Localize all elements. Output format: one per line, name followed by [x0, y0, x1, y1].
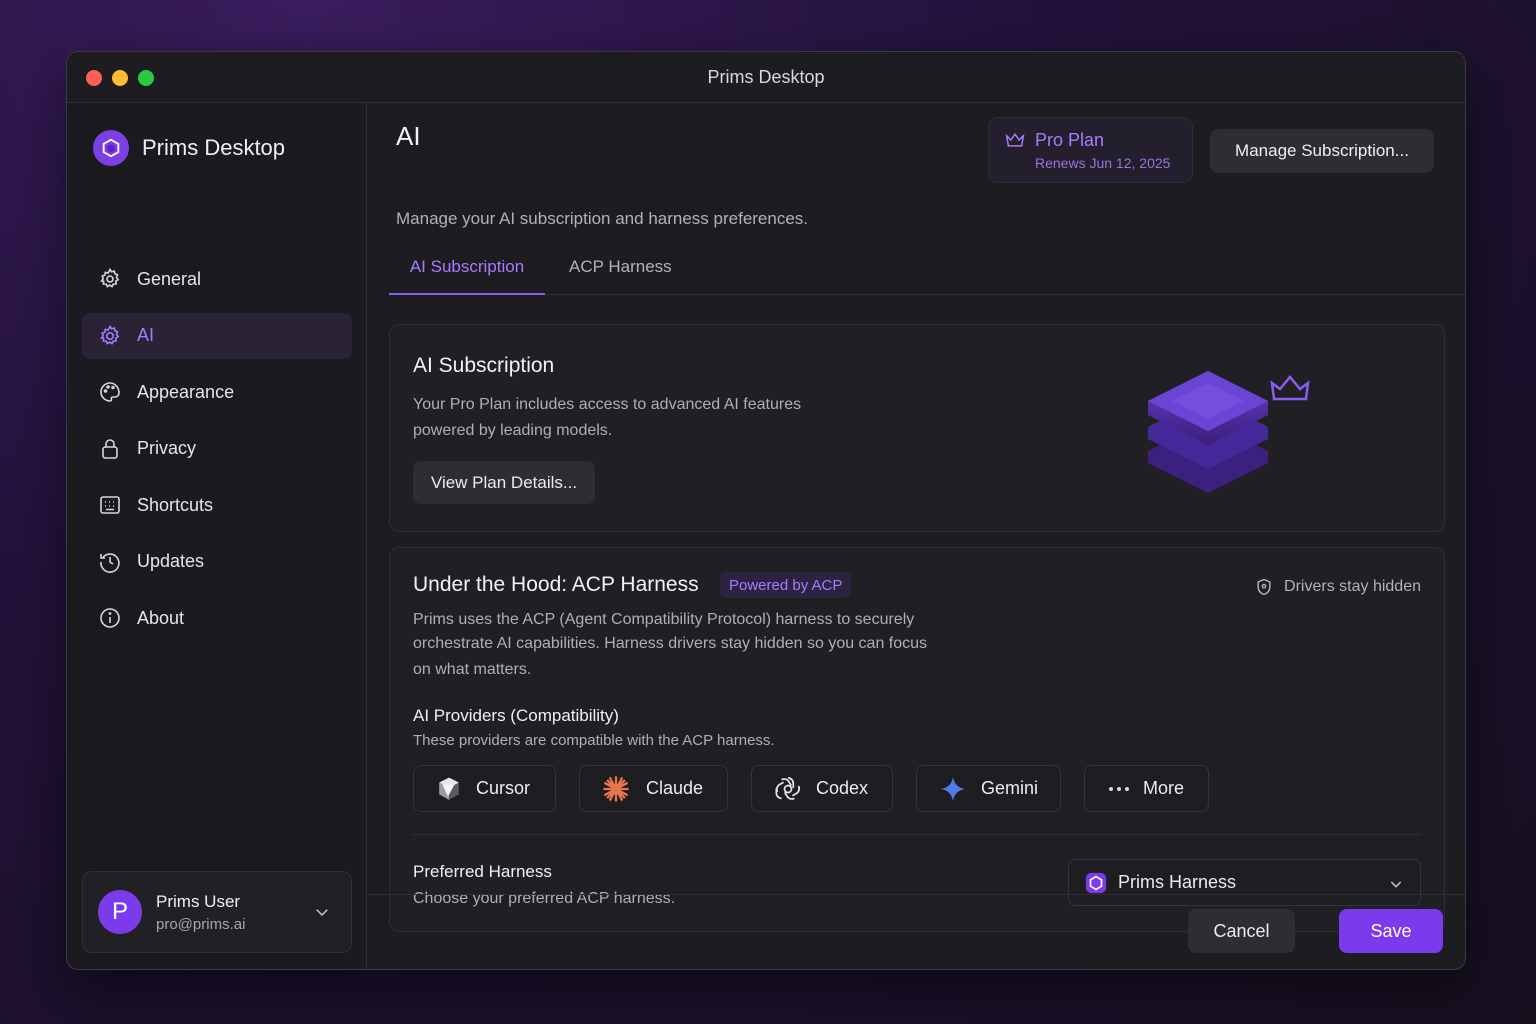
info-icon: [100, 608, 120, 628]
provider-label: Claude: [646, 778, 704, 798]
subscription-description-line: Your Pro Plan includes access to advance…: [413, 396, 802, 413]
chevron-down-icon: [1390, 881, 1402, 888]
sidebar-item-appearance[interactable]: Appearance: [82, 369, 352, 415]
main-panel: AI Manage your AI subscription and harne…: [368, 103, 1465, 969]
view-plan-details-button[interactable]: View Plan Details...: [413, 461, 595, 504]
user-account-menu[interactable]: P Prims User pro@prims.ai: [82, 871, 352, 953]
cancel-button[interactable]: Cancel: [1188, 909, 1295, 953]
sidebar-item-label: Updates: [137, 551, 205, 571]
gemini-icon: [940, 776, 966, 801]
provider-label: Gemini: [981, 778, 1039, 798]
subscription-card-title: AI Subscription: [413, 354, 555, 377]
prims-logo-icon: [93, 130, 129, 166]
lock-icon: [102, 438, 118, 459]
provider-label: Cursor: [476, 778, 531, 798]
sidebar-item-label: Privacy: [137, 438, 197, 458]
harness-description-line: orchestrate AI capabilities. Harness dri…: [413, 635, 928, 652]
shield-icon: [1257, 578, 1271, 596]
title-bar: Prims Desktop: [67, 52, 1465, 103]
save-button[interactable]: Save: [1339, 909, 1443, 953]
providers-title: AI Providers (Compatibility): [413, 706, 619, 725]
plan-name: Pro Plan: [1035, 130, 1105, 150]
provider-gemini[interactable]: Gemini: [916, 765, 1061, 812]
more-icon: [1109, 786, 1129, 791]
manage-subscription-button[interactable]: Manage Subscription...: [1210, 129, 1434, 173]
sidebar-item-label: About: [137, 607, 185, 628]
provider-codex[interactable]: Codex: [751, 765, 893, 812]
zoom-window-button[interactable]: [138, 70, 154, 86]
harness-description-line: on what matters.: [413, 661, 532, 678]
ai-icon: [100, 324, 120, 345]
user-email: pro@prims.ai: [156, 915, 246, 933]
sidebar-item-shortcuts[interactable]: Shortcuts: [82, 482, 352, 528]
brand: Prims Desktop: [93, 130, 285, 166]
prims-harness-icon: [1085, 872, 1107, 893]
acp-harness-card: Under the Hood: ACP Harness Powered by A…: [389, 547, 1445, 932]
selected-harness: Prims Harness: [1118, 872, 1237, 892]
chevron-down-icon: [316, 909, 328, 917]
sidebar-item-label: General: [137, 268, 202, 289]
provider-label: Codex: [816, 778, 869, 798]
avatar: P: [98, 890, 142, 934]
brand-name: Prims Desktop: [142, 135, 286, 160]
sidebar-item-ai[interactable]: AI: [82, 312, 352, 359]
provider-more[interactable]: More: [1084, 765, 1209, 812]
divider: [413, 834, 1421, 835]
claude-icon: [603, 775, 629, 802]
sidebar-item-label: AI: [137, 325, 155, 345]
sidebar: Prims Desktop General AI Appearance Priv…: [67, 103, 367, 969]
providers-subtitle: These providers are compatible with the …: [413, 732, 775, 749]
provider-claude[interactable]: Claude: [579, 765, 728, 812]
subscription-description-line: powered by leading models.: [413, 422, 613, 439]
provider-label: More: [1143, 778, 1185, 798]
window-controls: [86, 70, 154, 86]
plan-renewal-date: Renews Jun 12, 2025: [1035, 155, 1171, 171]
stacked-layers-crown-illustration: [1148, 371, 1310, 493]
tab-ai-subscription[interactable]: AI Subscription: [389, 253, 545, 295]
openai-icon: [775, 776, 801, 800]
minimize-window-button[interactable]: [112, 70, 128, 86]
provider-list: Cursor Claude Codex Gemini More: [413, 765, 1209, 812]
page-title: AI: [396, 121, 421, 151]
sidebar-item-general[interactable]: General: [82, 256, 352, 302]
palette-icon: [100, 382, 120, 402]
harness-description-line: Prims uses the ACP (Agent Compatibility …: [413, 611, 915, 628]
clock-icon: [100, 552, 120, 573]
sidebar-item-label: Appearance: [137, 381, 235, 402]
settings-window: Prims Desktop Prims Desktop General AI A…: [66, 51, 1466, 970]
keyboard-icon: [100, 496, 120, 514]
sidebar-item-privacy[interactable]: Privacy: [82, 426, 352, 472]
close-window-button[interactable]: [86, 70, 102, 86]
sidebar-nav: General AI Appearance Privacy Shortcuts …: [82, 256, 352, 652]
drivers-hidden-label: Drivers stay hidden: [1284, 578, 1421, 595]
tab-acp-harness[interactable]: ACP Harness: [569, 253, 672, 295]
window-title: Prims Desktop: [707, 66, 825, 87]
cursor-icon: [439, 777, 459, 800]
crown-icon: [1005, 132, 1025, 147]
provider-cursor[interactable]: Cursor: [413, 765, 556, 812]
plan-status: Pro Plan Renews Jun 12, 2025: [988, 117, 1193, 183]
drivers-hidden-note: Drivers stay hidden: [1254, 576, 1421, 598]
powered-by-badge: Powered by ACP: [720, 572, 852, 598]
user-name: Prims User: [156, 891, 241, 911]
sidebar-item-about[interactable]: About: [82, 595, 352, 641]
gear-icon: [100, 267, 120, 288]
dialog-footer: Cancel Save: [368, 894, 1465, 969]
preferred-harness-title: Preferred Harness: [413, 862, 552, 881]
harness-card-title: Under the Hood: ACP Harness: [413, 573, 699, 596]
sidebar-item-label: Shortcuts: [137, 494, 214, 515]
subscription-card: AI Subscription Your Pro Plan includes a…: [389, 324, 1445, 532]
page-subtitle: Manage your AI subscription and harness …: [396, 209, 809, 228]
sidebar-item-updates[interactable]: Updates: [82, 539, 352, 585]
tab-bar: AI Subscription ACP Harness: [389, 253, 1465, 295]
